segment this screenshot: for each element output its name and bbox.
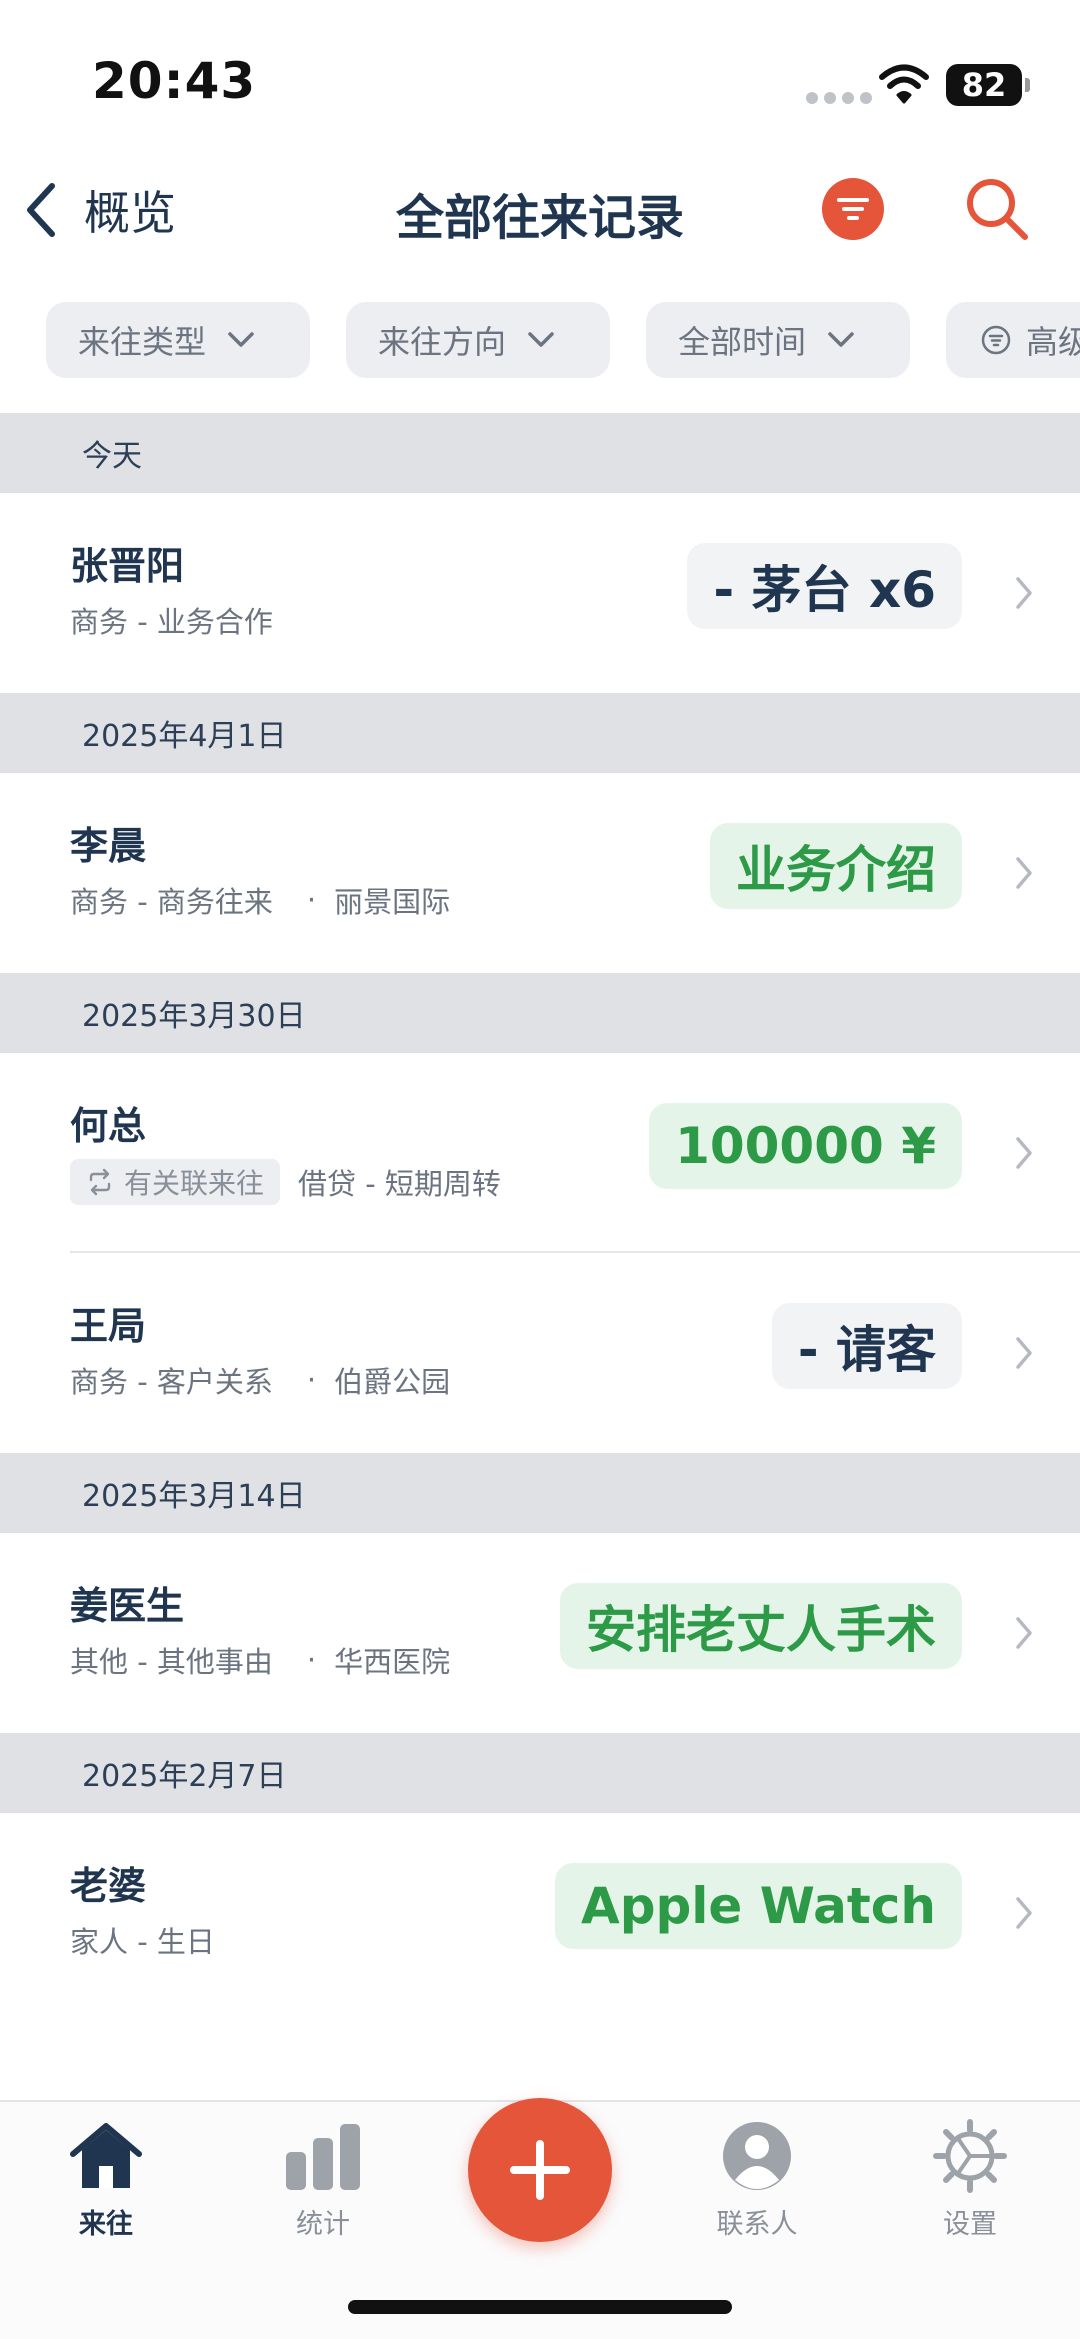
record-row[interactable]: 王局 商务 - 客户关系 · 伯爵公园 - 请客 [0, 1253, 1080, 1453]
chevron-right-icon [1016, 1337, 1032, 1369]
section-date: 2025年3月30日 [82, 999, 306, 1034]
amount-badge: Apple Watch [555, 1863, 962, 1949]
record-row[interactable]: 何总 有关联来往 借贷 - 短期周转 100000 ¥ [0, 1053, 1080, 1253]
status-bar: 20:43 82 [0, 0, 1080, 150]
chevron-right-icon [1016, 1897, 1032, 1929]
person-icon [723, 2122, 791, 2190]
record-list: 今天 张晋阳 商务 - 业务合作 - 茅台 x6 2025年4月1日 李晨 商务… [0, 413, 1080, 2013]
contact-name: 王局 [70, 1304, 147, 1348]
section-header: 2025年3月14日 [0, 1453, 1080, 1533]
home-icon [70, 2123, 142, 2188]
chevron-down-icon [228, 332, 254, 347]
chip-direction-label: 来往方向 [378, 323, 507, 361]
bar-chart-icon [286, 2124, 360, 2190]
section-date: 2025年4月1日 [82, 719, 287, 754]
record-subtitle: 有关联来往 借贷 - 短期周转 [70, 1159, 501, 1205]
record-location: 华西医院 [334, 1645, 451, 1679]
add-record-button[interactable] [468, 2098, 612, 2242]
amount-badge: - 请客 [771, 1303, 962, 1389]
record-category: 借贷 - 短期周转 [298, 1167, 501, 1201]
record-category: 家人 - 生日 [70, 1925, 215, 1959]
chip-advanced-label: 高级 [1026, 323, 1080, 361]
record-category: 商务 - 客户关系 [70, 1365, 273, 1399]
amount-badge: - 茅台 x6 [687, 543, 962, 629]
chevron-right-icon [1016, 857, 1032, 889]
linked-record-badge: 有关联来往 [70, 1159, 281, 1205]
amount-badge: 100000 ¥ [649, 1103, 962, 1189]
tab-label: 统计 [296, 2209, 350, 2240]
contact-name: 姜医生 [70, 1584, 185, 1628]
chip-time-label: 全部时间 [678, 323, 807, 361]
search-icon[interactable] [962, 174, 1032, 244]
battery-icon: 82 [946, 64, 1030, 106]
status-time: 20:43 [92, 52, 257, 110]
section-header: 2025年4月1日 [0, 693, 1080, 773]
battery-level: 82 [961, 66, 1007, 104]
nav-bar: 概览 全部往来记录 [0, 150, 1080, 270]
record-category: 其他 - 其他事由 [70, 1645, 273, 1679]
amount-badge: 业务介绍 [710, 823, 962, 909]
chevron-right-icon [1016, 577, 1032, 609]
separator-dot: · [306, 1363, 317, 1397]
filter-button[interactable] [822, 178, 884, 240]
chevron-right-icon [1016, 1137, 1032, 1169]
contact-name: 张晋阳 [70, 544, 185, 588]
section-header: 今天 [0, 413, 1080, 493]
record-row[interactable]: 李晨 商务 - 商务往来 · 丽景国际 业务介绍 [0, 773, 1080, 973]
filter-icon [837, 198, 869, 220]
record-category: 商务 - 商务往来 [70, 885, 273, 919]
chip-type[interactable]: 来往类型 [46, 302, 310, 378]
plus-icon [510, 2140, 570, 2200]
chevron-left-icon [27, 183, 55, 237]
record-location: 丽景国际 [334, 885, 451, 919]
tab-label: 设置 [943, 2209, 997, 2240]
chip-direction[interactable]: 来往方向 [346, 302, 610, 378]
contact-name: 李晨 [70, 824, 147, 868]
record-subtitle: 商务 - 商务往来 · 丽景国际 [70, 879, 450, 921]
separator-dot: · [306, 1643, 317, 1677]
tab-label: 联系人 [716, 2209, 798, 2240]
contact-name: 老婆 [70, 1864, 147, 1908]
contact-name: 何总 [70, 1104, 147, 1148]
record-row[interactable]: 老婆 家人 - 生日 Apple Watch [0, 1813, 1080, 2013]
section-date: 2025年3月14日 [82, 1479, 306, 1514]
chip-time[interactable]: 全部时间 [646, 302, 910, 378]
filter-lines-icon [981, 325, 1011, 355]
section-header: 2025年2月7日 [0, 1733, 1080, 1813]
section-header: 2025年3月30日 [0, 973, 1080, 1053]
chevron-right-icon [1016, 1617, 1032, 1649]
tab-contacts[interactable]: 联系人 [677, 2118, 837, 2241]
record-subtitle: 家人 - 生日 [70, 1919, 215, 1961]
section-date: 今天 [82, 439, 142, 474]
repeat-icon [89, 1168, 111, 1196]
record-location: 伯爵公园 [334, 1365, 451, 1399]
record-category: 商务 - 业务合作 [70, 605, 273, 639]
gear-icon [933, 2119, 1007, 2193]
record-row[interactable]: 姜医生 其他 - 其他事由 · 华西医院 安排老丈人手术 [0, 1533, 1080, 1733]
tab-records[interactable]: 来往 [26, 2118, 186, 2241]
back-label: 概览 [84, 186, 176, 240]
record-subtitle: 商务 - 业务合作 [70, 599, 273, 641]
chevron-down-icon [528, 332, 554, 347]
separator-dot: · [306, 883, 317, 917]
tab-settings[interactable]: 设置 [890, 2118, 1050, 2241]
linked-record-label: 有关联来往 [124, 1167, 265, 1200]
amount-badge: 安排老丈人手术 [560, 1583, 962, 1669]
section-date: 2025年2月7日 [82, 1759, 287, 1794]
chip-advanced[interactable]: 高级 [946, 302, 1080, 378]
cellular-signal-icon [806, 92, 872, 104]
home-indicator [348, 2300, 732, 2314]
wifi-icon [879, 64, 929, 104]
filter-chips: 来往类型 来往方向 全部时间 高级 [0, 302, 1080, 382]
chip-type-label: 来往类型 [78, 323, 207, 361]
chevron-down-icon [828, 332, 854, 347]
record-row[interactable]: 张晋阳 商务 - 业务合作 - 茅台 x6 [0, 493, 1080, 693]
record-subtitle: 商务 - 客户关系 · 伯爵公园 [70, 1359, 450, 1401]
tab-stats[interactable]: 统计 [243, 2118, 403, 2241]
back-button[interactable]: 概览 [20, 172, 176, 248]
tab-label: 来往 [79, 2209, 133, 2240]
record-subtitle: 其他 - 其他事由 · 华西医院 [70, 1639, 450, 1681]
